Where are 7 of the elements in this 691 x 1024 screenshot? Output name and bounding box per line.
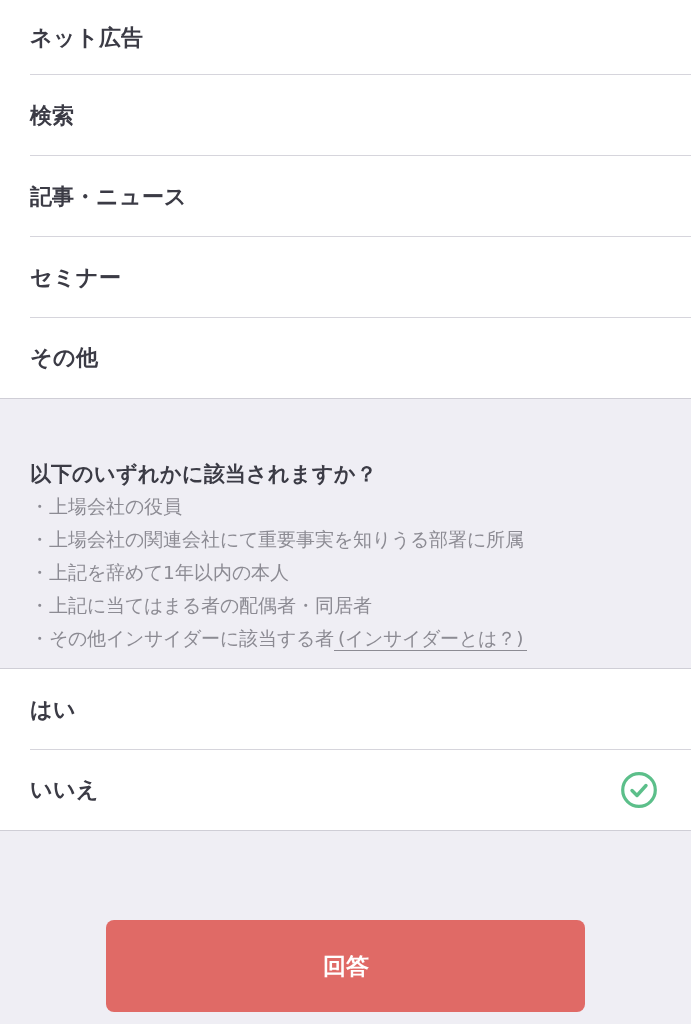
bullet-text: ・上記に当てはまる者の配偶者・同居者 bbox=[30, 594, 373, 618]
bullet-text: ・上記を辞めて1年以内の本人 bbox=[30, 561, 290, 585]
bullet-text: ・その他インサイダーに該当する者 (インサイダーとは？) bbox=[30, 622, 671, 655]
question-heading: 以下のいずれかに該当されますか？ bbox=[30, 461, 378, 488]
check-circle-icon bbox=[621, 772, 657, 808]
bullet-text: ・上場会社の役員 bbox=[30, 495, 183, 519]
bullet-text: ・上場会社の関連会社にて重要事実を知りうる部署に所属 bbox=[30, 528, 525, 552]
